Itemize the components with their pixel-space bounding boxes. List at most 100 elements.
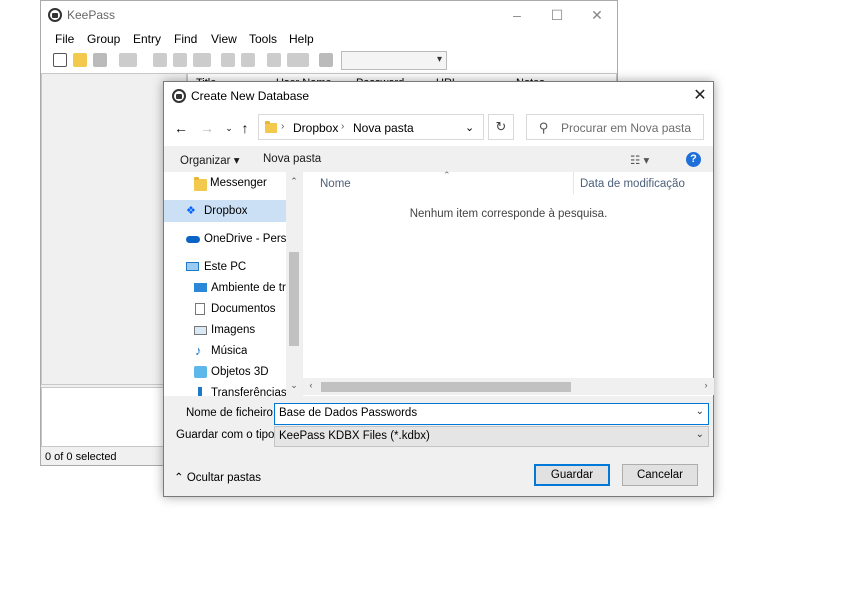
maximize-button[interactable]: ☐	[547, 5, 567, 25]
new-folder-button[interactable]: Nova pasta	[263, 153, 321, 165]
menu-find[interactable]: Find	[174, 32, 197, 46]
settings-icon[interactable]	[241, 53, 255, 67]
scroll-left-icon[interactable]: ‹	[303, 380, 319, 390]
lock-workspace-icon[interactable]	[319, 53, 333, 67]
chevron-down-icon[interactable]: ⌄	[696, 406, 704, 417]
menu-file[interactable]: File	[55, 32, 74, 46]
nav-label: Transferências	[211, 387, 286, 396]
globe-icon[interactable]	[193, 53, 211, 67]
menu-tools[interactable]: Tools	[249, 32, 277, 46]
nav-scroll-thumb[interactable]	[289, 252, 299, 346]
save-icon[interactable]	[93, 53, 107, 67]
folder-icon	[194, 177, 207, 191]
search-icon: ⚲	[539, 120, 549, 135]
filetype-label: Guardar com o tipo:	[176, 429, 278, 441]
nav-item-onedrive[interactable]: OneDrive - Person	[164, 228, 286, 250]
find-icon[interactable]	[267, 53, 281, 67]
address-row: ← → ⌄ ↑ › Dropbox › Nova pasta ⌄ ↻ ⚲ Pro…	[164, 110, 713, 146]
organize-menu[interactable]: Organizar ▾	[180, 153, 239, 167]
user-icon[interactable]	[153, 53, 167, 67]
nav-label: Este PC	[204, 261, 247, 273]
nav-item-objetos-3d[interactable]: Objetos 3D	[164, 361, 286, 383]
close-button[interactable]: ✕	[587, 5, 607, 25]
scroll-down-icon[interactable]: ⌄	[286, 380, 302, 391]
nav-label: Imagens	[211, 324, 256, 336]
keepass-title: KeePass	[67, 8, 116, 22]
objects3d-icon	[194, 366, 207, 378]
horizontal-scrollbar[interactable]: ‹ ›	[303, 378, 714, 395]
view-options-icon[interactable]: ☷ ▾	[630, 153, 649, 167]
key-icon[interactable]	[173, 53, 187, 67]
quick-search-combo[interactable]: ▾	[341, 51, 447, 70]
minimize-button[interactable]: –	[507, 5, 527, 25]
autotype-icon[interactable]	[287, 53, 309, 67]
address-bar[interactable]: › Dropbox › Nova pasta ⌄	[258, 114, 484, 140]
music-icon: ♪	[195, 343, 202, 358]
scroll-up-icon[interactable]: ⌃	[286, 176, 302, 187]
organize-label: Organizar	[180, 155, 231, 167]
breadcrumb-nova-pasta[interactable]: Nova pasta	[353, 121, 414, 135]
nav-item-documentos[interactable]: Documentos	[164, 298, 286, 320]
pictures-icon	[194, 326, 207, 335]
keepass-menubar: File Group Entry Find View Tools Help	[41, 29, 617, 49]
keepass-titlebar: KeePass – ☐ ✕	[41, 1, 617, 29]
column-separator[interactable]	[573, 172, 574, 194]
nav-item-este-pc[interactable]: Este PC	[164, 256, 286, 278]
horizontal-scroll-thumb[interactable]	[321, 382, 571, 392]
nav-label: Dropbox	[204, 205, 248, 217]
scroll-right-icon[interactable]: ›	[698, 380, 714, 390]
copy-icon[interactable]	[221, 53, 235, 67]
forward-arrow-icon[interactable]: →	[198, 119, 216, 137]
nav-item-dropbox[interactable]: ❖ Dropbox	[164, 200, 286, 222]
filename-label: Nome de ficheiro:	[186, 407, 277, 419]
nav-label: OneDrive - Person	[204, 233, 286, 245]
dialog-title: Create New Database	[191, 89, 310, 103]
back-arrow-icon[interactable]: ←	[172, 119, 190, 137]
chevron-down-icon[interactable]: ⌄	[696, 429, 704, 440]
hide-folders-label: Ocultar pastas	[186, 472, 261, 484]
chevron-down-icon[interactable]: ⌄	[465, 121, 474, 134]
dialog-titlebar: Create New Database ✕	[164, 82, 713, 110]
sort-arrow-icon: ⌃	[443, 170, 451, 180]
nav-item-desktop[interactable]: Ambiente de tra	[164, 277, 286, 299]
save-dialog: Create New Database ✕ ← → ⌄ ↑ › Dropbox …	[163, 81, 714, 497]
breadcrumb-dropbox[interactable]: Dropbox	[293, 121, 338, 135]
filetype-select[interactable]: KeePass KDBX Files (*.kdbx) ⌄	[274, 426, 709, 447]
dropbox-icon: ❖	[186, 205, 196, 217]
nav-item-musica[interactable]: ♪ Música	[164, 340, 286, 362]
menu-entry[interactable]: Entry	[133, 32, 161, 46]
keepass-lock-icon	[48, 8, 62, 22]
add-entry-icon[interactable]	[119, 53, 137, 67]
column-modified[interactable]: Data de modificação	[580, 178, 685, 190]
downloads-icon	[198, 387, 202, 396]
column-name[interactable]: Nome	[320, 178, 351, 190]
nav-scrollbar[interactable]: ⌃ ⌄	[286, 172, 302, 396]
nav-item-transferencias[interactable]: Transferências	[164, 382, 286, 396]
hide-folders-toggle[interactable]: ⌃ Ocultar pastas	[174, 470, 261, 484]
nav-label: Objetos 3D	[211, 366, 269, 378]
navigation-pane: Messenger ❖ Dropbox OneDrive - Person Es…	[164, 172, 302, 396]
menu-view[interactable]: View	[211, 32, 237, 46]
menu-help[interactable]: Help	[289, 32, 314, 46]
nav-item-imagens[interactable]: Imagens	[164, 319, 286, 341]
keepass-lock-icon	[172, 89, 186, 103]
save-button[interactable]: Guardar	[534, 464, 610, 486]
filename-field[interactable]: Base de Dados Passwords ⌄	[274, 403, 709, 425]
cancel-button[interactable]: Cancelar	[622, 464, 698, 486]
breadcrumb-separator-icon: ›	[341, 121, 345, 132]
open-folder-icon[interactable]	[73, 53, 87, 67]
refresh-button[interactable]: ↻	[488, 114, 514, 140]
status-text: 0 of 0 selected	[45, 451, 117, 463]
new-database-icon[interactable]	[53, 53, 67, 67]
folder-icon	[265, 121, 277, 133]
nav-item-messenger[interactable]: Messenger	[164, 172, 286, 194]
up-arrow-icon[interactable]: ↑	[236, 119, 254, 137]
help-icon[interactable]: ?	[686, 152, 701, 167]
dialog-close-button[interactable]: ✕	[689, 85, 711, 107]
onedrive-icon	[186, 236, 200, 243]
file-list[interactable]: ⌃ Nome Data de modificação Nenhum item c…	[302, 170, 714, 396]
keepass-toolbar: ▾	[41, 49, 617, 73]
menu-group[interactable]: Group	[87, 32, 120, 46]
search-input[interactable]: ⚲ Procurar em Nova pasta	[526, 114, 704, 140]
search-placeholder: Procurar em Nova pasta	[561, 121, 692, 135]
